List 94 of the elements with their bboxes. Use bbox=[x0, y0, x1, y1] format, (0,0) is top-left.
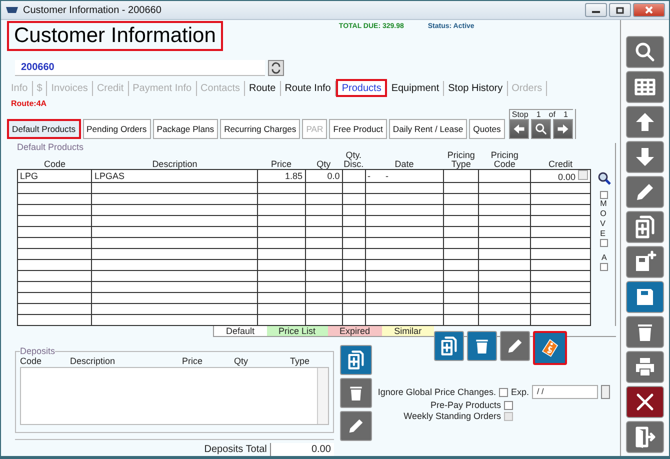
delete-button[interactable] bbox=[626, 316, 664, 348]
subtab[interactable]: Daily Rent / Lease bbox=[388, 119, 468, 139]
window-title: Customer Information - 200660 bbox=[23, 4, 162, 16]
column-header: Code bbox=[18, 151, 92, 170]
exit-button[interactable] bbox=[626, 421, 664, 453]
option-label: Ignore Global Price Changes. bbox=[378, 387, 496, 397]
close-button[interactable] bbox=[633, 3, 665, 17]
exit-door-icon bbox=[633, 425, 657, 449]
refresh-icon bbox=[269, 61, 283, 76]
route-label: Route:4A bbox=[11, 99, 48, 109]
subtab[interactable]: Pending Orders bbox=[82, 119, 151, 139]
page-title: Customer Information bbox=[7, 21, 223, 51]
maximize-button[interactable] bbox=[609, 3, 631, 17]
refresh-button[interactable] bbox=[268, 60, 284, 76]
save-new-button[interactable] bbox=[626, 246, 664, 278]
subtab[interactable]: Free Product bbox=[329, 119, 387, 139]
subtab[interactable]: Recurring Charges bbox=[220, 119, 300, 139]
account-number-field[interactable]: 200660 bbox=[15, 60, 265, 76]
add-button[interactable] bbox=[434, 331, 464, 361]
subtab[interactable]: Default Products bbox=[7, 119, 81, 139]
search-icon[interactable] bbox=[597, 171, 612, 185]
column-header: Qty bbox=[234, 356, 248, 366]
add-button[interactable] bbox=[340, 345, 372, 375]
edit-button[interactable] bbox=[340, 411, 372, 441]
left-arrow-icon bbox=[512, 122, 526, 136]
checkbox[interactable] bbox=[498, 388, 508, 396]
search-icon bbox=[633, 40, 657, 64]
subtab[interactable]: Quotes bbox=[469, 119, 505, 139]
add-document-icon bbox=[438, 336, 459, 356]
move-label: MOVE bbox=[600, 199, 608, 239]
app-icon bbox=[5, 5, 19, 15]
search-button[interactable] bbox=[530, 119, 551, 139]
column-header: Pricing Code bbox=[478, 151, 530, 170]
edit-button[interactable] bbox=[626, 176, 664, 208]
tab[interactable]: Equipment bbox=[387, 80, 444, 96]
next-button[interactable] bbox=[552, 119, 573, 139]
print-button[interactable] bbox=[626, 351, 664, 383]
legend-item: Similar bbox=[382, 326, 434, 336]
tab[interactable]: Route bbox=[245, 80, 281, 96]
column-header: Type bbox=[290, 356, 310, 366]
grid-caption: Default Products bbox=[17, 143, 85, 151]
column-header: Date bbox=[365, 151, 444, 170]
search-icon bbox=[534, 122, 548, 136]
legend-item: Price List bbox=[266, 326, 328, 336]
column-header: Credit bbox=[530, 151, 590, 170]
subtab[interactable]: Package Plans bbox=[152, 119, 218, 139]
tab[interactable]: Products bbox=[336, 79, 388, 98]
add-document-icon bbox=[346, 350, 366, 370]
add-button[interactable] bbox=[626, 211, 664, 243]
expiry-date-field[interactable]: / / bbox=[532, 385, 598, 399]
tab[interactable]: Stop History bbox=[444, 80, 508, 96]
minimize-button[interactable] bbox=[585, 3, 607, 17]
column-header: Price bbox=[257, 151, 306, 170]
option-label: Pre-Pay Products bbox=[430, 400, 501, 410]
expiry-label: Exp. bbox=[510, 387, 529, 397]
save-button[interactable] bbox=[626, 281, 664, 313]
search-button[interactable] bbox=[626, 36, 664, 68]
column-header: Price bbox=[182, 356, 203, 366]
column-header: Qty. Disc. bbox=[342, 151, 365, 170]
table-cell: LPGAS bbox=[94, 171, 124, 181]
previous-button[interactable] bbox=[508, 119, 529, 139]
table-cell: LPG bbox=[20, 171, 38, 181]
price-tag-icon bbox=[540, 338, 560, 358]
option-label: Weekly Standing Orders bbox=[404, 411, 501, 421]
table-cell: - - bbox=[368, 171, 388, 181]
stop-of-label: of bbox=[548, 110, 556, 119]
scrollbar[interactable] bbox=[316, 368, 328, 424]
floppy-plus-icon bbox=[633, 250, 657, 274]
table-cell: 0.0 bbox=[327, 171, 340, 181]
right-arrow-icon bbox=[556, 122, 570, 136]
column-header: Qty bbox=[305, 151, 342, 170]
deposits-total-field: 0.00 bbox=[270, 443, 334, 456]
checkbox[interactable] bbox=[504, 400, 513, 410]
stop-number: 1 bbox=[536, 110, 541, 119]
stop-total: 1 bbox=[563, 110, 568, 119]
table-cell: 1.85 bbox=[284, 171, 303, 181]
column-header: Pricing Type bbox=[444, 151, 479, 170]
sort-label[interactable]: A bbox=[601, 253, 607, 263]
grid-button[interactable] bbox=[626, 71, 664, 103]
add-document-icon bbox=[633, 215, 657, 239]
legend-item: Expired bbox=[328, 326, 382, 336]
stop-label: Stop bbox=[512, 110, 528, 119]
column-header: Description bbox=[70, 356, 116, 366]
pricing-button[interactable] bbox=[532, 331, 567, 365]
cancel-button[interactable] bbox=[626, 386, 664, 418]
column-header: Description bbox=[92, 151, 258, 170]
group-title: Deposits bbox=[20, 346, 56, 356]
deposits-total-label: Deposits Total bbox=[204, 444, 267, 455]
delete-button[interactable] bbox=[340, 378, 372, 408]
column-header: Code bbox=[20, 356, 42, 366]
delete-button[interactable] bbox=[466, 331, 497, 361]
edit-button[interactable] bbox=[500, 331, 530, 361]
legend-item: Default bbox=[214, 326, 267, 336]
table-cell: 0.00 bbox=[558, 172, 576, 182]
